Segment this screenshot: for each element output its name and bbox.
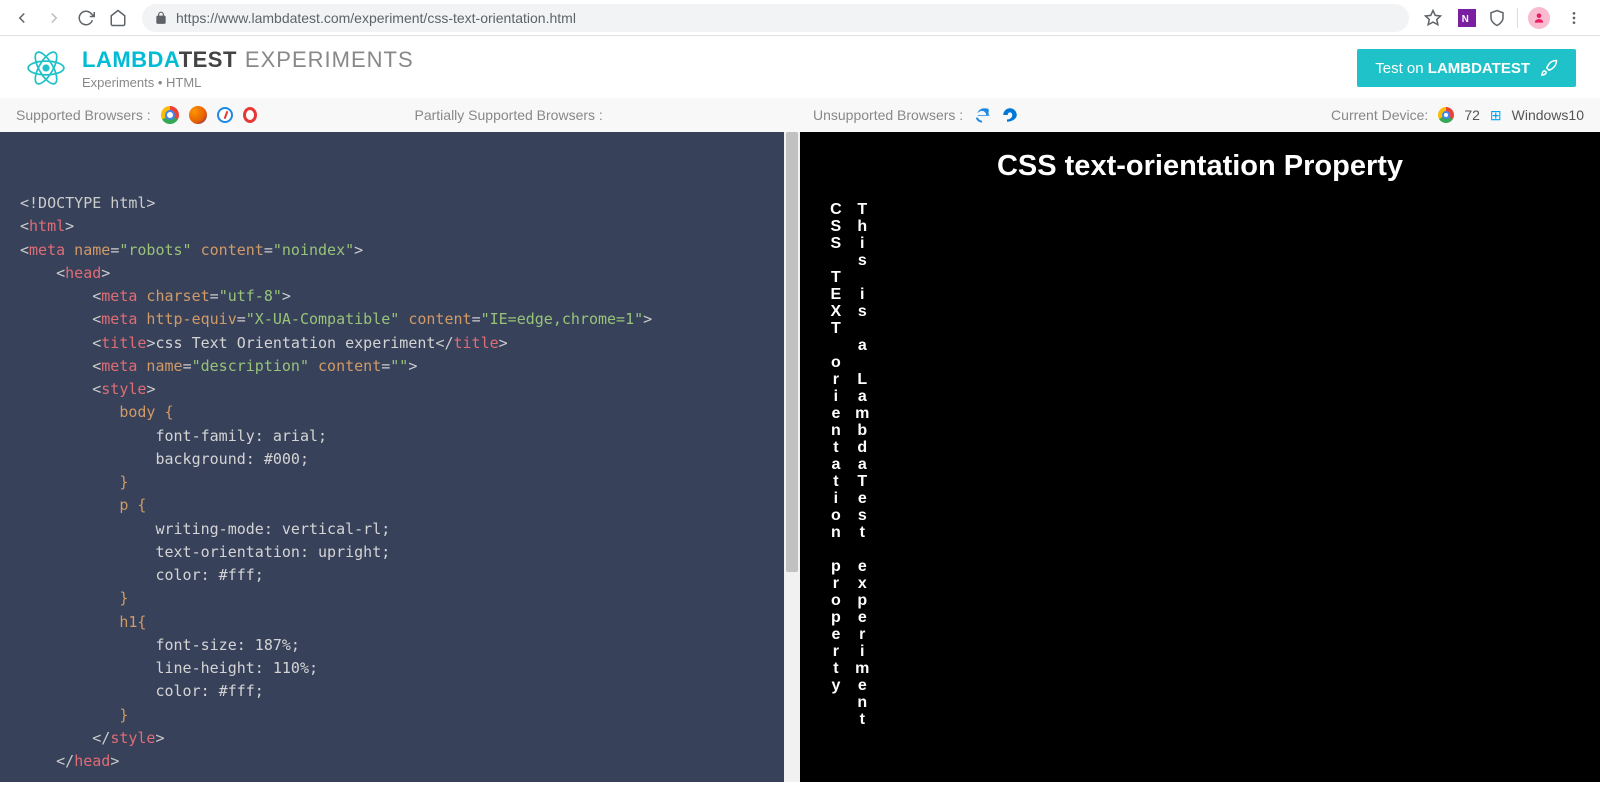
chrome-version: 72	[1464, 107, 1480, 123]
edge-icon	[1001, 106, 1019, 124]
url-text: https://www.lambdatest.com/experiment/cs…	[176, 10, 576, 26]
test-on-lambdatest-button[interactable]: Test on LAMBDATEST	[1357, 49, 1576, 87]
chrome-icon	[1438, 107, 1454, 123]
forward-button[interactable]	[40, 4, 68, 32]
vertical-text-1: CSS TEXT orientation property	[826, 201, 844, 728]
home-button[interactable]	[104, 4, 132, 32]
chrome-icon	[161, 106, 179, 124]
firefox-icon	[189, 106, 207, 124]
extension-shield-icon[interactable]	[1487, 8, 1507, 28]
supported-label: Supported Browsers :	[16, 107, 151, 123]
breadcrumb: Experiments • HTML	[82, 75, 414, 90]
main-panes: <!DOCTYPE html> <html> <meta name="robot…	[0, 132, 1600, 782]
brand-title: LAMBDATESTEXPERIMENTS	[82, 47, 414, 73]
back-button[interactable]	[8, 4, 36, 32]
profile-avatar[interactable]	[1528, 7, 1550, 29]
separator	[1517, 8, 1518, 28]
browser-toolbar: https://www.lambdatest.com/experiment/cs…	[0, 0, 1600, 36]
opera-icon	[243, 107, 257, 123]
safari-icon	[217, 107, 233, 123]
preview-heading: CSS text-orientation Property	[800, 150, 1600, 183]
scroll-thumb[interactable]	[786, 132, 798, 572]
address-bar[interactable]: https://www.lambdatest.com/experiment/cs…	[142, 4, 1409, 32]
browser-support-bar: Supported Browsers : Partially Supported…	[0, 98, 1600, 132]
star-icon[interactable]	[1419, 4, 1447, 32]
scrollbar[interactable]	[784, 132, 800, 782]
windows-icon: ⊞	[1490, 107, 1502, 124]
code-content: <!DOCTYPE html> <html> <meta name="robot…	[0, 132, 800, 793]
os-name: Windows10	[1512, 107, 1584, 123]
vertical-text-2: This is a LambdaTest experiment	[852, 201, 870, 728]
svg-text:N: N	[1462, 13, 1469, 24]
lock-icon	[154, 11, 168, 25]
extension-onenote-icon[interactable]: N	[1457, 8, 1477, 28]
code-editor-pane[interactable]: <!DOCTYPE html> <html> <meta name="robot…	[0, 132, 800, 782]
reload-button[interactable]	[72, 4, 100, 32]
ie-icon	[973, 106, 991, 124]
menu-icon[interactable]	[1560, 4, 1588, 32]
site-header: LAMBDATESTEXPERIMENTS Experiments • HTML…	[0, 36, 1600, 98]
partial-label: Partially Supported Browsers :	[415, 107, 603, 123]
lambdatest-logo-icon	[24, 46, 68, 90]
rocket-icon	[1540, 59, 1558, 77]
unsupported-label: Unsupported Browsers :	[813, 107, 963, 123]
preview-pane: CSS text-orientation Property CSS TEXT o…	[800, 132, 1600, 782]
device-label: Current Device:	[1331, 107, 1428, 123]
